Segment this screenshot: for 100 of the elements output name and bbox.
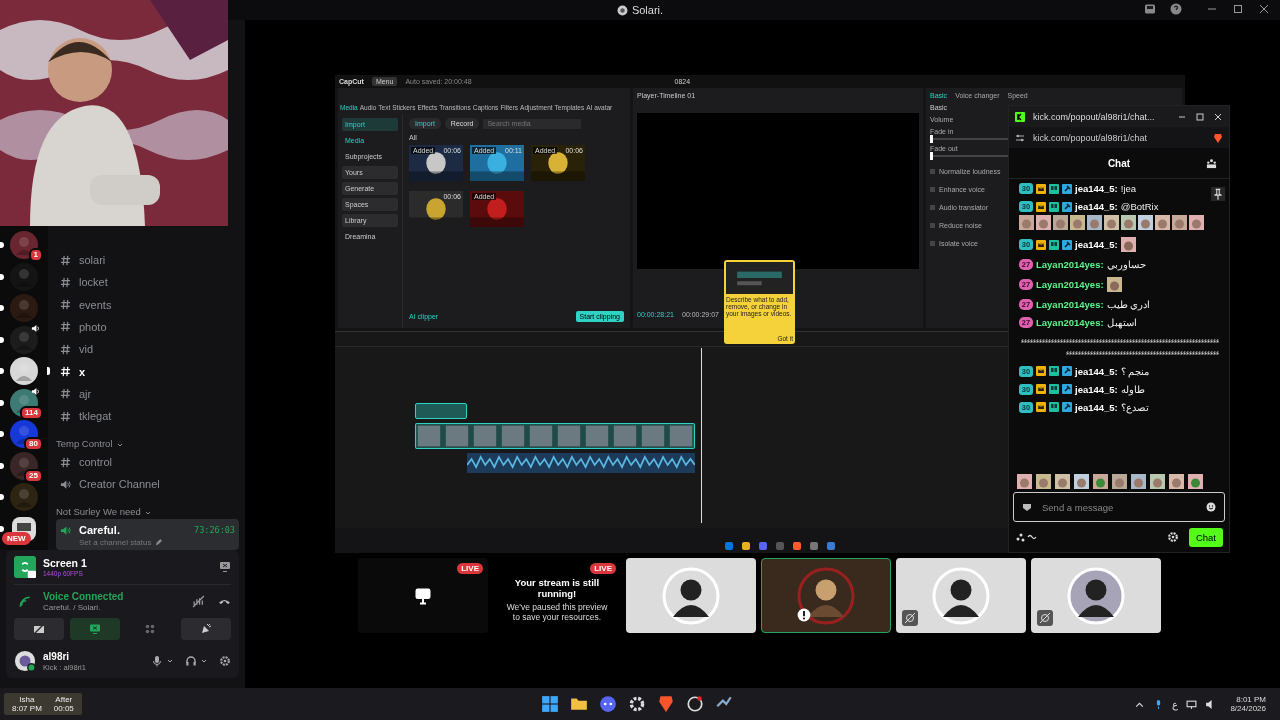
chat-username[interactable]: jea144_5: [1075, 239, 1118, 250]
lion-shield-icon[interactable] [1213, 132, 1223, 143]
live-badge: LIVE [590, 563, 616, 574]
text-channel[interactable]: solari [56, 252, 106, 269]
message-field[interactable]: Send a message [1040, 500, 1198, 514]
checkbox[interactable] [930, 169, 935, 174]
checkbox[interactable] [930, 205, 935, 210]
checkbox[interactable] [930, 223, 935, 228]
taskbar-app-icon[interactable] [792, 540, 802, 551]
channel-category[interactable]: Not Surley We need [56, 506, 141, 518]
start-icon[interactable] [541, 695, 559, 713]
app-icon[interactable] [686, 695, 704, 713]
text-channel[interactable]: control [56, 454, 113, 471]
browser-icon[interactable] [657, 695, 675, 713]
clock-date[interactable]: 8/24/2026 [1230, 704, 1266, 713]
caret-icon[interactable] [200, 657, 208, 665]
speaker-icon [60, 524, 71, 536]
help-icon[interactable] [1170, 3, 1182, 15]
chat-username[interactable]: jea144_5: [1075, 383, 1118, 395]
text-channel[interactable]: ajr [56, 385, 92, 402]
chat-send-button[interactable]: Chat [1188, 527, 1223, 547]
emote [1104, 215, 1119, 230]
chat-username[interactable]: jea144_5: [1075, 401, 1118, 413]
video-clip[interactable] [415, 403, 467, 419]
pencil-icon[interactable] [154, 539, 162, 547]
chat-message: منجم ؟ [1120, 365, 1150, 377]
inbox-icon[interactable] [1144, 3, 1156, 15]
caret-icon[interactable] [166, 657, 174, 665]
hash-icon [60, 254, 71, 266]
maximize-icon[interactable] [1195, 111, 1205, 122]
pin-icon[interactable] [1211, 187, 1225, 201]
chat-message: استهبل [1106, 317, 1137, 328]
noise-suppression-icon[interactable] [192, 595, 205, 608]
prayer-widget[interactable]: Isha 8:07 PM After 00:05 [4, 693, 82, 715]
participant-tile[interactable] [1031, 558, 1161, 633]
checkbox[interactable] [930, 241, 935, 246]
network-icon[interactable] [1186, 698, 1198, 710]
users-icon[interactable] [1206, 157, 1217, 169]
voice-control-button[interactable] [14, 618, 64, 640]
taskbar-app-icon[interactable] [724, 540, 734, 551]
chat-app-icon[interactable] [599, 695, 617, 713]
emote [1106, 277, 1122, 292]
video-clip[interactable] [415, 423, 695, 449]
text-channel[interactable]: x [56, 363, 86, 380]
chat-username[interactable]: Layan2014yes: [1036, 299, 1104, 310]
voice-channel[interactable]: Creator Channel [56, 473, 239, 496]
shield-icon[interactable] [1022, 502, 1032, 512]
folder-icon[interactable] [570, 695, 588, 713]
chat-title: Chat [1107, 157, 1131, 169]
stop-stream-icon[interactable] [219, 561, 231, 573]
hammer-icon [1062, 366, 1072, 377]
points-icon[interactable] [1015, 531, 1039, 543]
hash-icon [60, 366, 71, 378]
og-badge-icon [1049, 384, 1059, 395]
text-channel[interactable]: events [56, 296, 112, 313]
audio-clip[interactable] [467, 453, 695, 473]
voice-channel[interactable]: Careful. 73:26:03 Set a channel status [56, 519, 239, 551]
chat-username[interactable]: Layan2014yes: [1036, 279, 1104, 290]
taskbar-app-icon[interactable] [809, 540, 819, 551]
text-channel[interactable]: tklegat [56, 408, 112, 425]
activities-icon [144, 623, 157, 635]
message-box[interactable]: Send a message [1013, 492, 1225, 522]
participant-tile[interactable] [896, 558, 1026, 633]
countdown-label: After [55, 695, 73, 704]
gear-icon[interactable] [628, 695, 646, 713]
settings-icon[interactable] [1166, 531, 1179, 543]
chat-username[interactable]: jea144_5: [1075, 201, 1118, 212]
close-icon[interactable] [1258, 3, 1270, 15]
chat-username[interactable]: Layan2014yes: [1036, 317, 1104, 328]
participant-tile[interactable]: LIVE [358, 558, 488, 633]
site-settings-icon[interactable] [1015, 132, 1025, 143]
chat-username[interactable]: jea144_5: [1075, 183, 1118, 194]
text-channel[interactable]: vid [56, 341, 94, 358]
taskbar-app-icon[interactable] [826, 540, 836, 551]
maximize-icon[interactable] [1232, 3, 1244, 15]
voice-control-button[interactable] [181, 618, 231, 640]
chat-username[interactable]: jea144_5: [1075, 365, 1118, 377]
server-icon[interactable] [10, 357, 38, 385]
clock-time[interactable]: 8:01 PM [1236, 695, 1266, 704]
microphone-icon[interactable] [151, 655, 163, 667]
user-avatar[interactable] [14, 650, 36, 672]
chevron-icon[interactable] [115, 441, 124, 449]
settings-icon[interactable] [219, 655, 231, 667]
participant-tile[interactable] [761, 558, 891, 633]
close-icon[interactable] [1213, 111, 1223, 122]
voice-control-button[interactable] [69, 618, 120, 640]
og-badge-icon [1049, 366, 1059, 377]
checkbox[interactable] [930, 187, 935, 192]
channel-category[interactable]: Temp Control [56, 438, 113, 449]
taskbar-app-icon[interactable] [758, 540, 768, 551]
taskbar-app-icon[interactable] [741, 540, 751, 551]
monitor-icon [414, 586, 432, 605]
emoji-icon[interactable] [1206, 502, 1216, 512]
language-indicator[interactable]: ع [1172, 698, 1179, 710]
chat-username[interactable]: Layan2014yes: [1036, 259, 1104, 270]
text-channel[interactable]: locket [56, 274, 108, 291]
participant-tile[interactable] [626, 558, 756, 633]
headphones-icon[interactable] [185, 655, 197, 667]
text-channel[interactable]: photo [56, 319, 107, 335]
chat-message: تصدع؟ [1120, 401, 1149, 413]
